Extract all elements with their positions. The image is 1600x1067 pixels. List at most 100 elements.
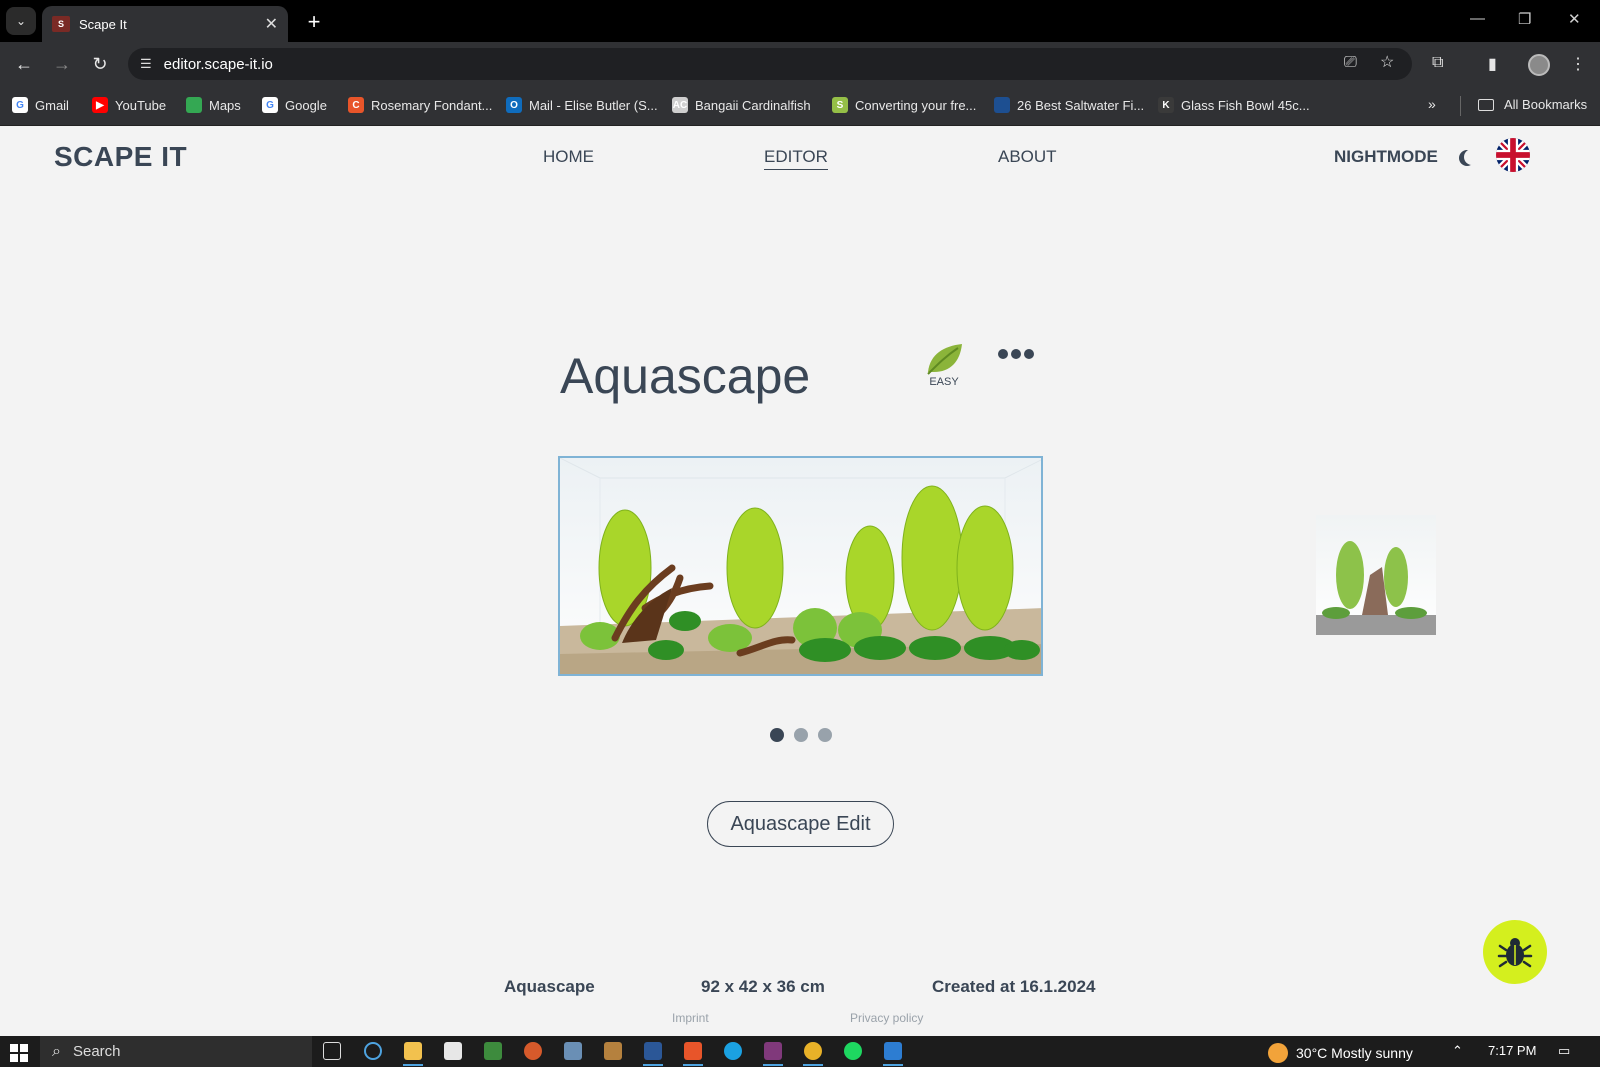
bookmark-item[interactable]: C Rosemary Fondant... — [348, 97, 492, 113]
spotify-icon[interactable] — [844, 1042, 862, 1060]
bookmark-item[interactable]: S Converting your fre... — [832, 97, 976, 113]
side-panel-icon[interactable]: ▮ — [1488, 54, 1497, 74]
browser-tab-strip: ⌄ S Scape It ✕ + — ❐ ✕ — [0, 0, 1600, 42]
next-aquascape-preview-image[interactable] — [1316, 515, 1436, 635]
carousel-dot[interactable] — [794, 728, 808, 742]
bookmark-label: Rosemary Fondant... — [371, 97, 493, 113]
aquascape-title: Aquascape — [560, 348, 811, 404]
bookmark-star-icon[interactable]: ☆ — [1380, 52, 1394, 72]
tab-search-chevron-icon[interactable]: ⌄ — [6, 7, 36, 35]
windows-start-icon[interactable] — [10, 1044, 28, 1062]
taskbar-search-box[interactable]: ⌕ Search — [40, 1036, 312, 1067]
taskbar-clock[interactable]: 7:17 PM — [1488, 1043, 1536, 1058]
bookmark-item[interactable]: AC Bangaii Cardinalfish — [672, 97, 811, 113]
moon-icon — [1464, 149, 1480, 165]
bookmark-favicon-icon: G — [12, 97, 28, 113]
nightmode-toggle[interactable]: NIGHTMODE — [1334, 147, 1474, 167]
powerpoint-icon[interactable] — [683, 1042, 703, 1066]
cortana-icon[interactable] — [364, 1042, 382, 1060]
calculator-icon[interactable] — [564, 1042, 582, 1060]
carousel-dot[interactable] — [818, 728, 832, 742]
app-logo[interactable]: SCAPE IT — [54, 141, 187, 173]
uk-flag-icon[interactable] — [1496, 138, 1530, 172]
nav-home[interactable]: HOME — [543, 147, 594, 167]
bookmark-favicon-icon — [186, 97, 202, 113]
extensions-puzzle-icon[interactable]: ⧉ — [1432, 54, 1443, 72]
game-app-icon[interactable] — [524, 1042, 542, 1060]
aquascape-preview-image[interactable] — [558, 456, 1043, 676]
site-settings-icon[interactable]: ☰ — [140, 56, 152, 72]
report-bug-button[interactable] — [1483, 920, 1547, 984]
word-icon[interactable] — [643, 1042, 663, 1066]
profile-avatar[interactable] — [1528, 54, 1550, 76]
photos-icon[interactable] — [484, 1042, 502, 1060]
address-url: editor.scape-it.io — [163, 55, 273, 73]
search-icon: ⌕ — [52, 1042, 61, 1060]
install-app-icon[interactable]: ⎚ — [1344, 54, 1357, 72]
reload-icon[interactable]: ↻ — [88, 52, 112, 76]
minecraft-icon[interactable] — [604, 1042, 622, 1060]
bookmark-favicon-icon: G — [262, 97, 278, 113]
back-arrow-icon[interactable]: ← — [12, 52, 36, 76]
difficulty-label: EASY — [929, 376, 959, 388]
browser-tab-active[interactable]: S Scape It ✕ — [42, 6, 288, 42]
bookmark-favicon-icon — [994, 97, 1010, 113]
tab-title: Scape It — [79, 16, 127, 32]
more-bookmarks-icon[interactable]: » — [1428, 96, 1436, 112]
minimize-icon[interactable]: — — [1470, 10, 1485, 27]
bookmark-label: Bangaii Cardinalfish — [695, 97, 811, 113]
bug-icon — [1497, 938, 1533, 968]
bookmarks-bar: » All Bookmarks G Gmail ▶ YouTube Maps G Googl… — [0, 86, 1600, 126]
difficulty-badge: EASY — [922, 342, 966, 388]
more-options-icon[interactable] — [998, 349, 1034, 359]
bookmark-item[interactable]: ▶ YouTube — [92, 97, 166, 113]
restore-icon[interactable]: ❐ — [1518, 10, 1531, 28]
nav-about[interactable]: ABOUT — [998, 147, 1057, 167]
all-bookmarks-button[interactable]: All Bookmarks — [1478, 97, 1587, 112]
browser-toolbar: ← → ↻ ☰ editor.scape-it.io ⎚ ☆ ⧉ ▮ ⋮ — [0, 42, 1600, 86]
store-icon[interactable] — [444, 1042, 462, 1060]
remote-desktop-icon[interactable] — [883, 1042, 903, 1066]
bookmark-item[interactable]: 26 Best Saltwater Fi... — [994, 97, 1144, 113]
bookmark-item[interactable]: G Google — [262, 97, 327, 113]
leaf-icon — [927, 344, 962, 375]
carousel-dot[interactable] — [770, 728, 784, 742]
site-favicon-icon: S — [52, 16, 70, 32]
carousel-pagination — [770, 728, 832, 742]
privacy-policy-link[interactable]: Privacy policy — [850, 1011, 923, 1025]
weather-text: 30°C Mostly sunny — [1296, 1045, 1413, 1061]
partly-sunny-icon — [1268, 1043, 1288, 1063]
window-close-icon[interactable]: ✕ — [1568, 10, 1581, 28]
bookmark-item[interactable]: O Mail - Elise Butler (S... — [506, 97, 658, 113]
address-bar[interactable]: ☰ editor.scape-it.io — [128, 48, 1412, 80]
onenote-icon[interactable] — [763, 1042, 783, 1066]
aquascape-dimensions: 92 x 42 x 36 cm — [701, 977, 825, 996]
bookmark-favicon-icon: AC — [672, 97, 688, 113]
forward-arrow-icon[interactable]: → — [50, 52, 74, 76]
bookmark-item[interactable]: Maps — [186, 97, 241, 113]
imprint-link[interactable]: Imprint — [672, 1011, 709, 1025]
weather-widget[interactable]: 30°C Mostly sunny — [1268, 1043, 1413, 1063]
aquascape-edit-button[interactable]: Aquascape Edit — [707, 801, 894, 847]
nav-editor[interactable]: EDITOR — [764, 147, 828, 170]
bookmark-label: Gmail — [35, 97, 69, 113]
chrome-icon[interactable] — [803, 1042, 823, 1066]
bookmark-label: Converting your fre... — [855, 97, 977, 113]
tray-chevron-up-icon[interactable]: ⌃ — [1452, 1043, 1463, 1059]
folder-icon — [1478, 98, 1494, 111]
task-view-icon[interactable] — [323, 1042, 341, 1060]
new-tab-plus-icon[interactable]: + — [300, 8, 328, 36]
aquascape-name: Aquascape — [504, 977, 595, 996]
browser-menu-icon[interactable]: ⋮ — [1570, 54, 1586, 74]
bookmark-item[interactable]: G Gmail — [12, 97, 69, 113]
bookmark-label: Glass Fish Bowl 45c... — [1181, 97, 1310, 113]
notifications-icon[interactable]: ▭ — [1558, 1043, 1570, 1059]
bookmark-favicon-icon: K — [1158, 97, 1174, 113]
bookmark-favicon-icon: C — [348, 97, 364, 113]
bookmark-item[interactable]: K Glass Fish Bowl 45c... — [1158, 97, 1310, 113]
edge-icon[interactable] — [724, 1042, 742, 1060]
file-explorer-icon[interactable] — [403, 1042, 423, 1066]
tab-close-icon[interactable]: ✕ — [265, 14, 278, 34]
bookmark-label: Mail - Elise Butler (S... — [529, 97, 658, 113]
bookmark-label: Maps — [209, 97, 241, 113]
